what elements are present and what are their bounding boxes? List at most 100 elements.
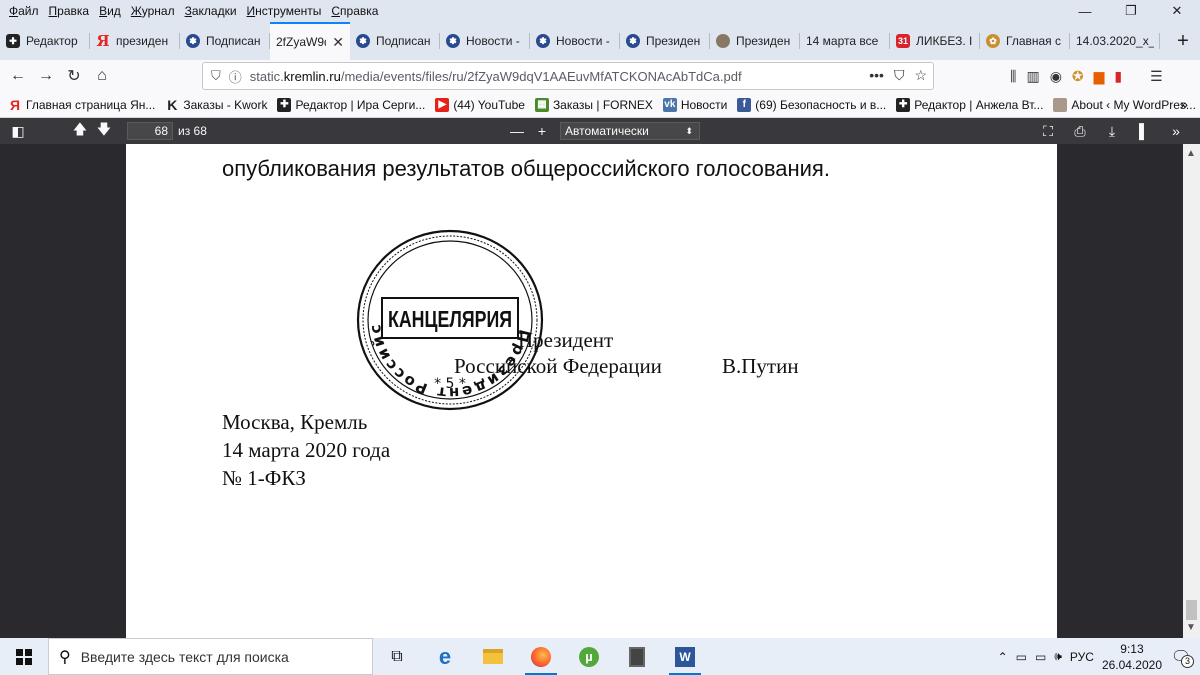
edge-icon[interactable]: e: [421, 638, 469, 675]
account-icon[interactable]: ◉: [1050, 68, 1062, 85]
page-number-input[interactable]: 68: [127, 122, 173, 140]
browser-tab[interactable]: 31 ЛИКБЕЗ. I: [890, 22, 980, 60]
task-view-icon[interactable]: ⧉: [373, 638, 421, 675]
language-indicator[interactable]: РУС: [1070, 650, 1094, 664]
kremlin-emblem-favicon: ✽: [186, 34, 200, 48]
url-bar[interactable]: ⛉ ⓘ static.kremlin.ru/media/events/files…: [202, 62, 934, 90]
bookmark-view-icon[interactable]: ▌: [1132, 120, 1156, 142]
presentation-mode-icon[interactable]: ⛶: [1036, 120, 1060, 142]
extension-red-icon[interactable]: ▮: [1114, 68, 1122, 85]
menu-bar: Файл Правка Вид Журнал Закладки Инструменты Сп…: [0, 0, 1200, 22]
minimize-button[interactable]: —: [1062, 0, 1108, 22]
bookmark-item[interactable]: Я Главная страница Ян...: [8, 97, 155, 113]
restore-button[interactable]: ❐: [1108, 0, 1154, 22]
tracking-shield-icon[interactable]: ⛉: [211, 68, 221, 84]
menu-item[interactable]: Инструменты: [242, 4, 327, 18]
firefox-icon[interactable]: [517, 638, 565, 675]
library-icon[interactable]: ⫼: [1010, 68, 1016, 85]
browser-tab[interactable]: ✽ Новости -: [530, 22, 620, 60]
browser-tab[interactable]: Президен: [710, 22, 800, 60]
file-explorer-icon[interactable]: [469, 638, 517, 675]
bookmark-item[interactable]: vk Новости: [662, 97, 727, 112]
next-page-icon[interactable]: 🡇: [92, 120, 116, 142]
browser-tab[interactable]: ✽ Подписан: [350, 22, 440, 60]
zoom-out-button[interactable]: —: [505, 120, 529, 142]
sidebar-icon[interactable]: ▥: [1026, 68, 1039, 85]
menu-item[interactable]: Справка: [326, 4, 383, 18]
pocket-icon[interactable]: ⛉: [894, 67, 905, 84]
word-icon[interactable]: W: [661, 638, 709, 675]
menu-item[interactable]: Вид: [94, 4, 126, 18]
bookmark-item[interactable]: ▶ (44) YouTube: [435, 97, 525, 112]
utorrent-icon[interactable]: µ: [565, 638, 613, 675]
hamburger-menu-icon[interactable]: ☰: [1150, 68, 1163, 85]
bookmark-item[interactable]: ✚ Редактор | Ира Серги...: [277, 97, 426, 112]
sidebar-toggle-icon[interactable]: ◧: [6, 120, 30, 142]
home-icon[interactable]: ⌂: [88, 62, 116, 90]
volume-icon[interactable]: 🕪: [1054, 649, 1062, 664]
close-window-button[interactable]: ✕: [1154, 0, 1200, 22]
tools-overflow-icon[interactable]: »: [1164, 120, 1188, 142]
browser-tab[interactable]: ✽ Новости -: [440, 22, 530, 60]
bookmark-item[interactable]: About ‹ My WordPres...: [1053, 97, 1196, 112]
browser-tab[interactable]: 2fZyaW9dc ✕: [270, 22, 350, 60]
tab-label: Редактор: [26, 34, 78, 48]
fornex-icon: ▦: [534, 97, 549, 112]
browser-tab[interactable]: ✽ Президен: [620, 22, 710, 60]
orange-favicon: ✿: [986, 34, 1000, 48]
download-icon[interactable]: ⤓: [1100, 120, 1124, 142]
scrollbar-thumb[interactable]: [1186, 600, 1197, 620]
url-text[interactable]: static.kremlin.ru/media/events/files/ru/…: [250, 69, 742, 84]
avatar-icon: [1053, 97, 1068, 112]
browser-tab[interactable]: ✿ Главная с: [980, 22, 1070, 60]
close-tab-icon[interactable]: ✕: [332, 34, 344, 51]
select-caret-icon: ⬍: [685, 126, 693, 136]
bookmark-item[interactable]: f (69) Безопасность и в...: [737, 97, 887, 112]
calculator-icon[interactable]: [613, 638, 661, 675]
browser-tab[interactable]: Япрезиден: [90, 22, 180, 60]
zoom-in-button[interactable]: +: [530, 120, 554, 142]
print-icon[interactable]: ⎙: [1068, 120, 1092, 142]
bookmarks-overflow-icon[interactable]: »: [1180, 96, 1188, 112]
taskbar-search[interactable]: ⚲ Введите здесь текст для поиска: [48, 638, 373, 675]
forward-icon[interactable]: →: [32, 62, 60, 90]
bookmark-item[interactable]: K Заказы - Kwork: [165, 97, 267, 113]
bookmark-label: (69) Безопасность и в...: [755, 97, 887, 112]
site-info-icon[interactable]: ⓘ: [229, 67, 242, 86]
previous-page-icon[interactable]: 🡅: [68, 120, 92, 142]
kremlin-emblem-favicon: ✽: [446, 34, 460, 48]
browser-tab[interactable]: 14 марта все: [800, 22, 890, 60]
bookmark-star-icon[interactable]: ☆: [914, 67, 927, 84]
menu-item[interactable]: Правка: [44, 4, 95, 18]
menu-item[interactable]: Файл: [4, 4, 44, 18]
back-icon[interactable]: ←: [4, 62, 32, 90]
browser-tab[interactable]: ✚ Редактор: [0, 22, 90, 60]
clock[interactable]: 9:13 26.04.2020: [1102, 641, 1162, 673]
notification-count: 3: [1181, 654, 1194, 668]
bookmark-item[interactable]: ▦ Заказы | FORNEX: [534, 97, 653, 112]
browser-tab[interactable]: ✽ Подписан: [180, 22, 270, 60]
extension-orange-icon[interactable]: ▆: [1094, 68, 1105, 85]
reload-icon[interactable]: ↻: [60, 62, 88, 90]
bookmark-label: Редактор | Ира Серги...: [295, 97, 426, 112]
scroll-down-icon[interactable]: ▼: [1186, 622, 1196, 633]
pdf-toolbar-right: ⛶ ⎙ ⤓ ▌ »: [1036, 120, 1188, 142]
battery-icon[interactable]: ▭: [1035, 650, 1046, 664]
tray-chevron-icon[interactable]: ⌃: [998, 650, 1008, 664]
seal-center-text: КАНЦЕЛЯРИЯ: [388, 306, 512, 332]
menu-item[interactable]: Закладки: [180, 4, 242, 18]
bookmark-label: Заказы | FORNEX: [552, 97, 653, 112]
vertical-scrollbar[interactable]: [1183, 144, 1200, 638]
zoom-select[interactable]: Автоматически ⬍: [560, 122, 700, 140]
tray-app-icon[interactable]: ▭: [1016, 650, 1027, 664]
scroll-up-icon[interactable]: ▲: [1186, 148, 1196, 159]
pdf-viewer[interactable]: опубликования результатов общероссийског…: [0, 144, 1200, 638]
page-actions-icon[interactable]: •••: [869, 67, 884, 84]
extension-icon[interactable]: ✪: [1072, 68, 1084, 85]
start-button[interactable]: [0, 638, 48, 675]
browser-tab[interactable]: 14.03.2020_х_: [1070, 22, 1160, 60]
bookmark-item[interactable]: ✚ Редактор | Анжела Вт...: [896, 97, 1043, 112]
new-tab-button[interactable]: +: [1166, 22, 1200, 60]
action-center-icon[interactable]: 🗨 3: [1170, 646, 1194, 668]
menu-item[interactable]: Журнал: [126, 4, 180, 18]
